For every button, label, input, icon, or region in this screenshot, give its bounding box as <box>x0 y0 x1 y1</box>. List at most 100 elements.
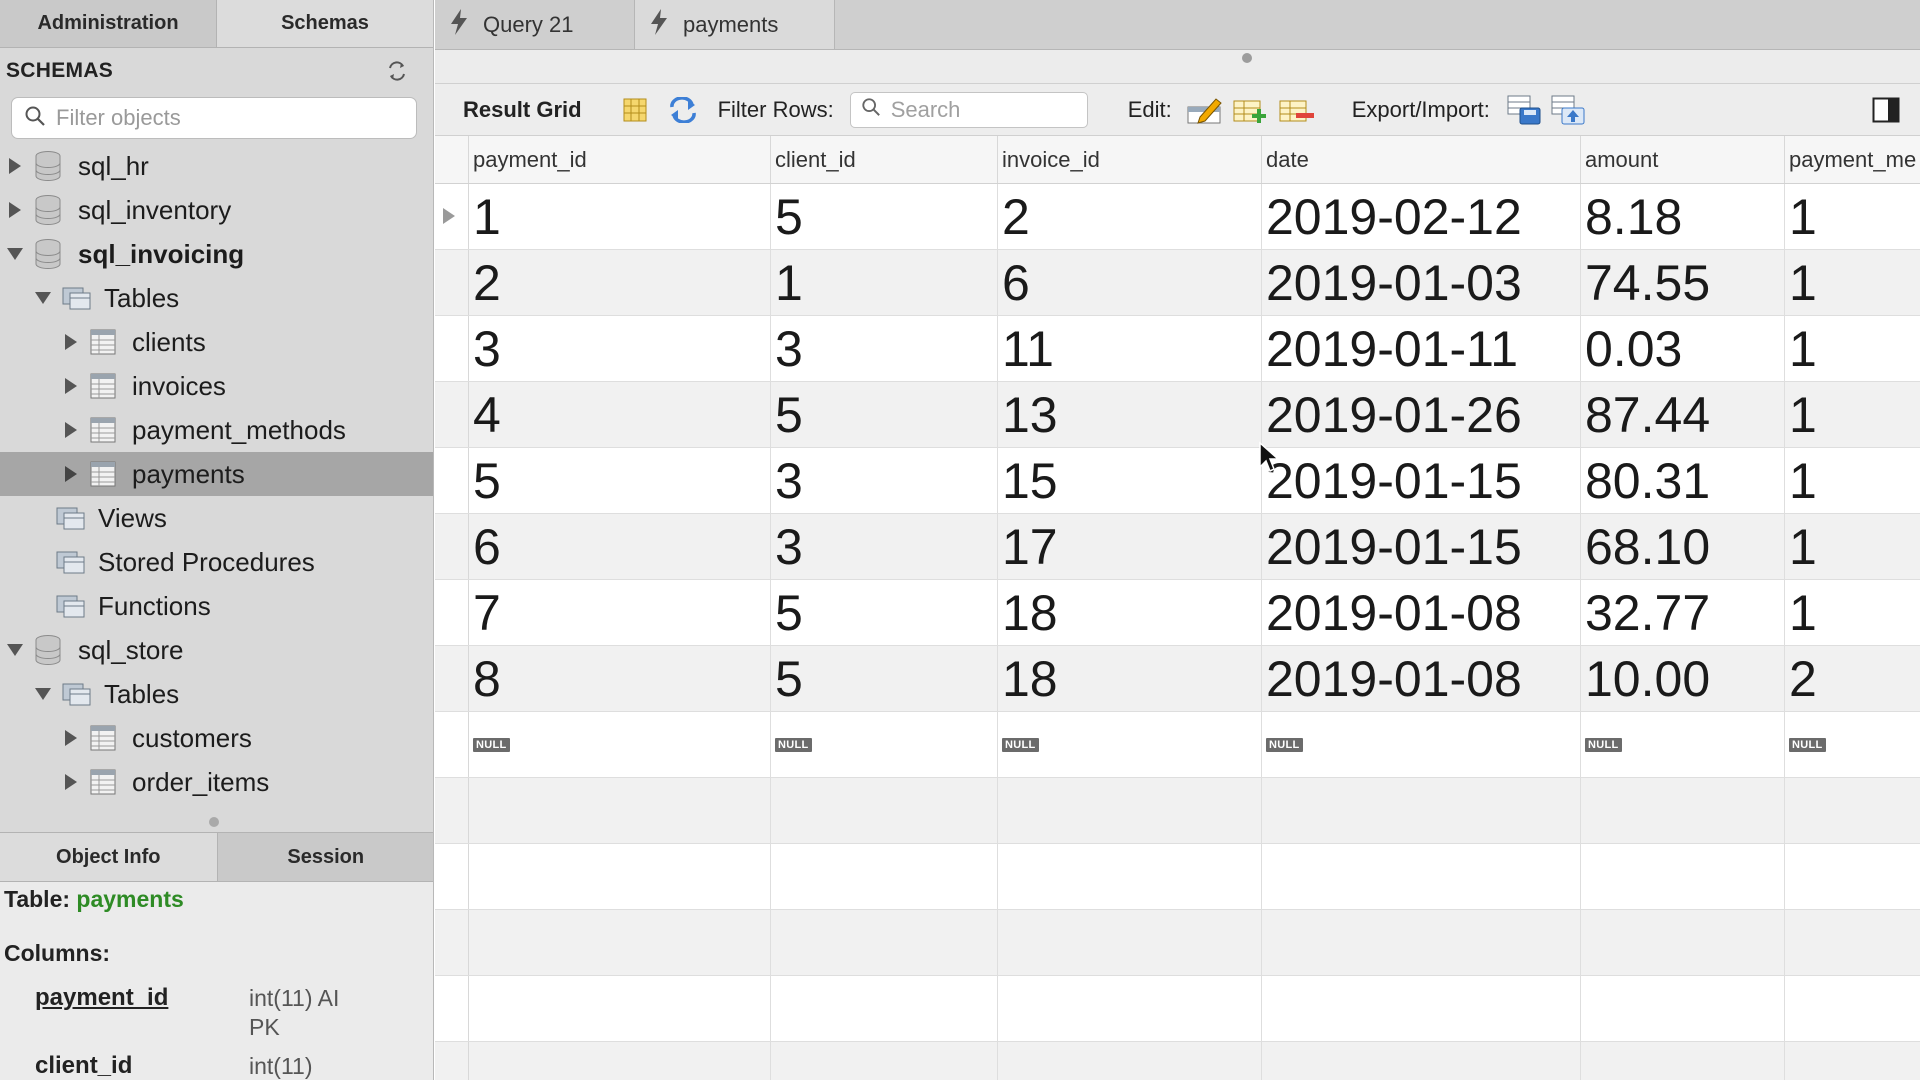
table-cell[interactable]: 2019-01-11 <box>1262 316 1581 381</box>
refresh-icon[interactable] <box>385 59 409 83</box>
triangle-down-icon[interactable] <box>34 289 52 307</box>
table-cell[interactable]: 1 <box>771 250 998 315</box>
delete-row-icon[interactable] <box>1278 95 1316 125</box>
grid-layout-icon[interactable] <box>622 97 648 123</box>
table-cell[interactable]: 2019-01-15 <box>1262 448 1581 513</box>
table-cell[interactable]: 7 <box>469 580 771 645</box>
table-cell[interactable]: 2019-01-03 <box>1262 250 1581 315</box>
row-selector[interactable] <box>435 250 469 315</box>
refresh-icon[interactable] <box>668 96 698 123</box>
table-row[interactable]: 6 3 17 2019-01-15 68.10 1 <box>435 514 1920 580</box>
filter-rows-search[interactable] <box>849 91 1088 128</box>
table-cell[interactable]: 8 <box>469 646 771 711</box>
table-cell[interactable]: 87.44 <box>1581 382 1785 447</box>
table-cell[interactable]: 80.31 <box>1581 448 1785 513</box>
table-cell[interactable]: 13 <box>998 382 1262 447</box>
tree-item-order-items[interactable]: order_items <box>0 760 433 804</box>
table-cell[interactable]: 5 <box>771 184 998 249</box>
table-row[interactable]: 4 5 13 2019-01-26 87.44 1 <box>435 382 1920 448</box>
table-cell[interactable]: NULL <box>771 712 998 777</box>
filter-objects-field[interactable] <box>11 97 417 139</box>
splitter-handle[interactable] <box>1242 53 1252 63</box>
row-selector[interactable] <box>435 448 469 513</box>
filter-rows-input[interactable] <box>890 96 1071 123</box>
tree-item-invoices[interactable]: invoices <box>0 364 433 408</box>
column-header[interactable]: amount <box>1581 136 1785 183</box>
table-cell[interactable]: 6 <box>998 250 1262 315</box>
triangle-right-icon[interactable] <box>62 421 80 439</box>
table-cell[interactable]: 3 <box>771 514 998 579</box>
table-cell[interactable]: 10.00 <box>1581 646 1785 711</box>
table-row[interactable]: 1 5 2 2019-02-12 8.18 1 <box>435 184 1920 250</box>
triangle-right-icon[interactable] <box>62 465 80 483</box>
panel-splitter-handle[interactable] <box>209 817 219 827</box>
new-row[interactable]: NULL NULL NULL NULL NULL NULL <box>435 712 1920 778</box>
triangle-right-icon[interactable] <box>62 729 80 747</box>
row-selector[interactable] <box>435 646 469 711</box>
table-cell[interactable]: 2 <box>469 250 771 315</box>
tree-item-tables[interactable]: Tables <box>0 672 433 716</box>
triangle-right-icon[interactable] <box>62 377 80 395</box>
table-cell[interactable]: 2 <box>998 184 1262 249</box>
table-cell[interactable]: 11 <box>998 316 1262 381</box>
table-cell[interactable]: 1 <box>1785 580 1920 645</box>
table-cell[interactable]: 5 <box>469 448 771 513</box>
tree-item-views[interactable]: Views <box>0 496 433 540</box>
table-cell[interactable]: 1 <box>1785 250 1920 315</box>
table-cell[interactable]: 2019-01-08 <box>1262 646 1581 711</box>
table-cell[interactable]: NULL <box>1581 712 1785 777</box>
table-cell[interactable]: 2019-01-26 <box>1262 382 1581 447</box>
table-cell[interactable]: 18 <box>998 580 1262 645</box>
column-header[interactable]: client_id <box>771 136 998 183</box>
column-header[interactable]: date <box>1262 136 1581 183</box>
export-icon[interactable] <box>1506 94 1542 126</box>
row-selector[interactable] <box>435 712 469 777</box>
table-cell[interactable]: 68.10 <box>1581 514 1785 579</box>
tab-administration[interactable]: Administration <box>0 0 216 47</box>
tree-item-payment-methods[interactable]: payment_methods <box>0 408 433 452</box>
table-cell[interactable]: 5 <box>771 382 998 447</box>
table-cell[interactable]: 1 <box>469 184 771 249</box>
tree-item-clients[interactable]: clients <box>0 320 433 364</box>
table-cell[interactable]: 18 <box>998 646 1262 711</box>
tab-query-21[interactable]: Query 21 <box>435 0 635 49</box>
row-selector[interactable] <box>435 514 469 579</box>
triangle-right-icon[interactable] <box>6 157 24 175</box>
table-cell[interactable]: 2 <box>1785 646 1920 711</box>
table-cell[interactable]: 32.77 <box>1581 580 1785 645</box>
triangle-right-icon[interactable] <box>6 201 24 219</box>
import-icon[interactable] <box>1550 94 1586 126</box>
table-cell[interactable]: NULL <box>469 712 771 777</box>
tree-item-stored-procedures[interactable]: Stored Procedures <box>0 540 433 584</box>
tree-item-functions[interactable]: Functions <box>0 584 433 628</box>
table-cell[interactable]: 74.55 <box>1581 250 1785 315</box>
edit-row-icon[interactable] <box>1186 95 1224 125</box>
toggle-panel-icon[interactable] <box>1872 97 1900 123</box>
tab-object-info[interactable]: Object Info <box>0 833 217 881</box>
table-cell[interactable]: 2019-02-12 <box>1262 184 1581 249</box>
table-cell[interactable]: 0.03 <box>1581 316 1785 381</box>
table-cell[interactable]: 4 <box>469 382 771 447</box>
table-cell[interactable]: 1 <box>1785 448 1920 513</box>
add-row-icon[interactable] <box>1232 95 1270 125</box>
table-cell[interactable]: 3 <box>469 316 771 381</box>
column-header[interactable]: invoice_id <box>998 136 1262 183</box>
column-header[interactable]: payment_id <box>469 136 771 183</box>
column-header[interactable]: payment_me <box>1785 136 1920 183</box>
row-selector[interactable] <box>435 184 469 249</box>
tab-payments[interactable]: payments <box>635 0 835 49</box>
tree-item-sql-hr[interactable]: sql_hr <box>0 144 433 188</box>
table-row[interactable]: 3 3 11 2019-01-11 0.03 1 <box>435 316 1920 382</box>
table-cell[interactable]: NULL <box>998 712 1262 777</box>
tree-item-sql-store[interactable]: sql_store <box>0 628 433 672</box>
tree-item-payments[interactable]: payments <box>0 452 433 496</box>
triangle-right-icon[interactable] <box>62 773 80 791</box>
tab-session[interactable]: Session <box>216 833 434 881</box>
triangle-down-icon[interactable] <box>34 685 52 703</box>
table-row[interactable]: 7 5 18 2019-01-08 32.77 1 <box>435 580 1920 646</box>
table-row[interactable]: 2 1 6 2019-01-03 74.55 1 <box>435 250 1920 316</box>
table-cell[interactable]: 2019-01-15 <box>1262 514 1581 579</box>
triangle-right-icon[interactable] <box>62 333 80 351</box>
table-row[interactable]: 5 3 15 2019-01-15 80.31 1 <box>435 448 1920 514</box>
triangle-down-icon[interactable] <box>6 245 24 263</box>
